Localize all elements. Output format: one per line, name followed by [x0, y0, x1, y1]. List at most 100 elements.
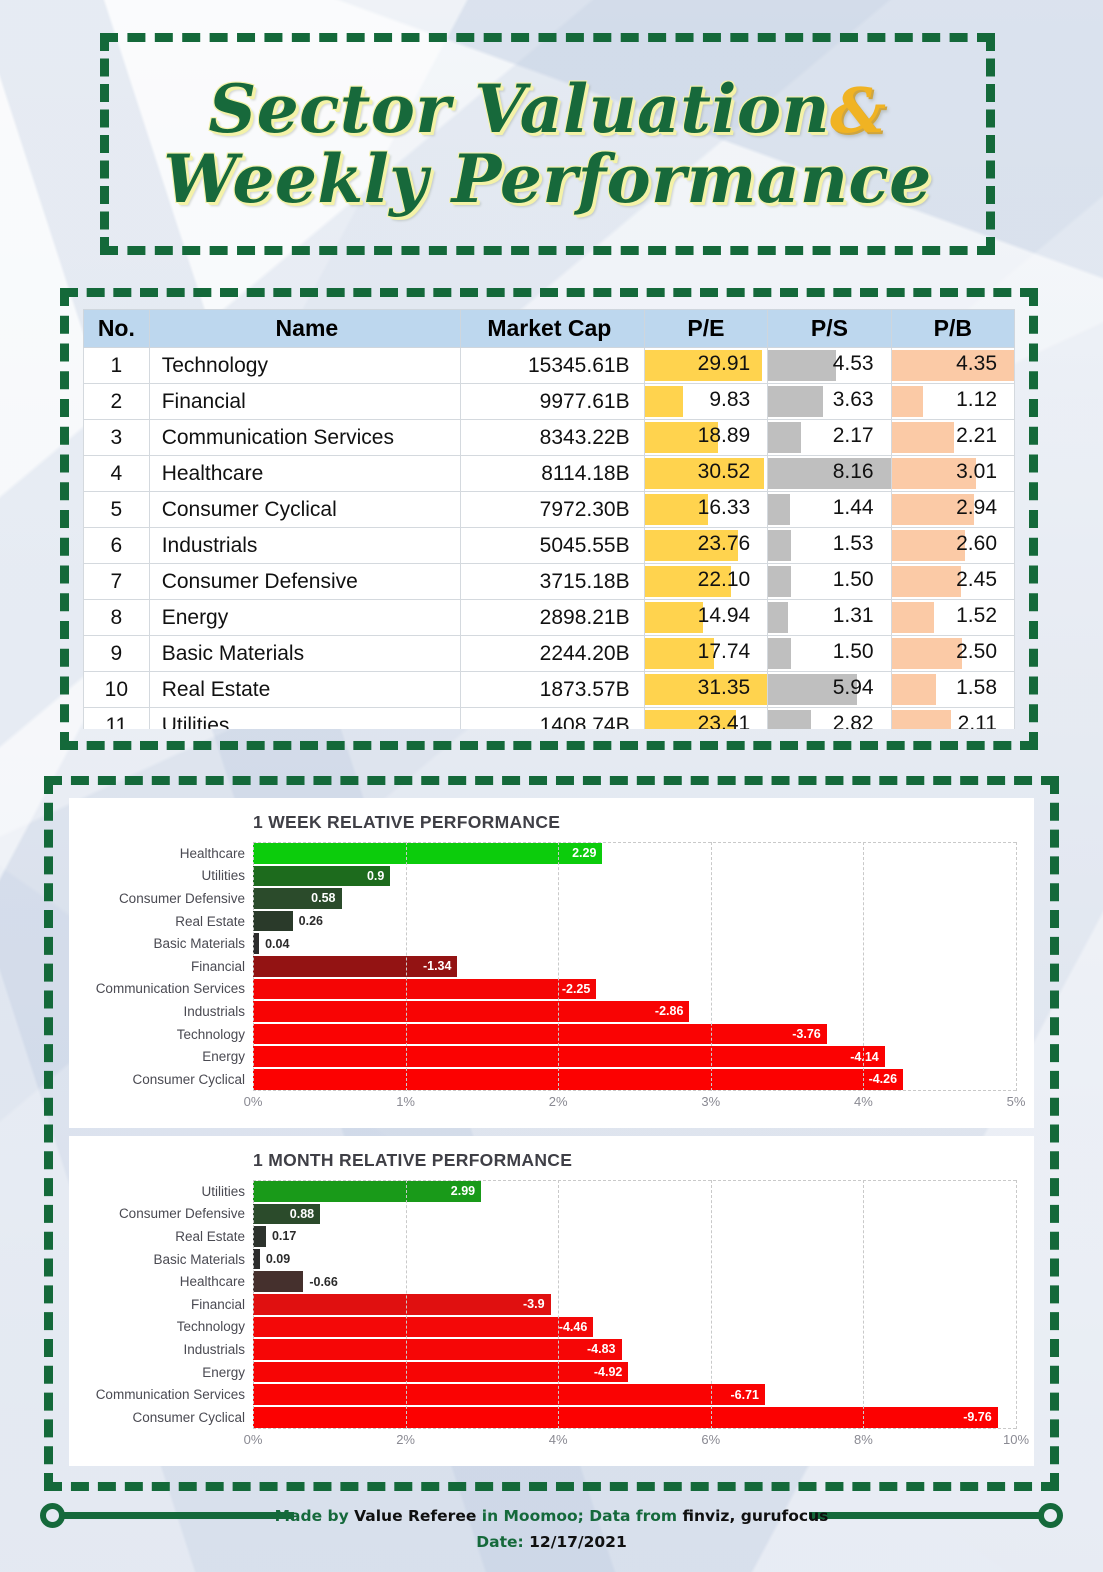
table-row[interactable]: 6 Industrials 5045.55B 23.76 1.53 2.60 [83, 527, 1015, 564]
table-row[interactable]: 7 Consumer Defensive 3715.18B 22.10 1.50 2.45 [83, 563, 1015, 600]
cell-pe-value: 22.10 [697, 568, 751, 591]
bar-fill: -2.86 [253, 1001, 690, 1022]
cell-market-cap: 5045.55B [460, 527, 645, 564]
chart-1-title: 1 WEEK RELATIVE PERFORMANCE [253, 812, 561, 832]
bar-track: -2.86 [253, 1000, 1016, 1023]
cell-ps-bar-cell: 3.63 [768, 384, 890, 419]
axis-tick-label: 3% [701, 1093, 721, 1109]
cell-no: 7 [83, 563, 150, 600]
bar-track: -2.25 [253, 978, 1016, 1001]
bar-category-label: Utilities [201, 868, 245, 884]
column-header-pb[interactable]: P/B [890, 309, 1015, 348]
bar-track: 2.99 [253, 1180, 1016, 1203]
bar-category-label: Energy [202, 1049, 245, 1065]
cell-no: 10 [83, 671, 150, 708]
cell-pe-bar-cell: 31.35 [644, 672, 768, 707]
chart-1-bar-rows: Healthcare 2.29 Utilities 0.9 Consumer Defen… [87, 842, 1016, 1091]
axis-tick-label: 0% [243, 1093, 263, 1109]
table-row[interactable]: 8 Energy 2898.21B 14.94 1.31 1.52 [83, 599, 1015, 636]
bar-row[interactable]: Utilities 2.99 [87, 1180, 1016, 1203]
bar-category-label: Healthcare [179, 1274, 245, 1290]
bar-fill: -4.83 [253, 1339, 622, 1360]
bar-category-label: Consumer Cyclical [132, 1409, 245, 1425]
bar-row[interactable]: Communication Services -2.25 [87, 978, 1016, 1001]
cell-pe-value: 9.83 [709, 388, 751, 411]
cell-no: 1 [83, 347, 150, 384]
bar-row[interactable]: Energy -4.92 [87, 1361, 1016, 1384]
cell-pb: 2.11 [890, 707, 1015, 729]
bar-category-label: Basic Materials [153, 1251, 245, 1267]
table-row[interactable]: 5 Consumer Cyclical 7972.30B 16.33 1.44 2.94 [83, 491, 1015, 528]
table-row[interactable]: 9 Basic Materials 2244.20B 17.74 1.50 2.50 [83, 635, 1015, 672]
bar-fill: 0.26 [253, 910, 323, 932]
cell-pe-value: 18.89 [697, 424, 751, 447]
bar-row[interactable]: Technology -3.76 [87, 1023, 1016, 1046]
table-row[interactable]: 3 Communication Services 8343.22B 18.89 2.17… [83, 419, 1015, 456]
cell-no: 8 [83, 599, 150, 636]
cell-pb-bar-cell: 1.12 [891, 384, 1014, 419]
bar-row[interactable]: Real Estate 0.26 [87, 910, 1016, 933]
bar-category-label: Utilities [201, 1183, 245, 1199]
cell-pb: 2.60 [890, 527, 1015, 564]
bar-value-label: 0.9 [366, 868, 385, 883]
title-banner: Sector Valuation& Weekly Performance [100, 33, 995, 255]
sector-valuation-section: Value Referee No. Name Market Cap P/E P/… [60, 288, 1038, 750]
bar-fill: -6.71 [253, 1384, 765, 1405]
cell-pe: 18.89 [643, 419, 769, 456]
bar-row[interactable]: Consumer Cyclical -9.76 [87, 1406, 1016, 1429]
bar-category-label: Consumer Defensive [118, 1206, 245, 1222]
bar-category-label: Communication Services [95, 981, 245, 997]
cell-ps-bar-cell: 1.31 [768, 600, 890, 635]
bar-row[interactable]: Healthcare -0.66 [87, 1270, 1016, 1293]
footer: Made by Value Referee in Moomoo; Data fr… [0, 1495, 1103, 1567]
bar-row[interactable]: Industrials -2.86 [87, 1000, 1016, 1023]
column-header-no[interactable]: No. [83, 309, 150, 348]
bar-row[interactable]: Energy -4.14 [87, 1045, 1016, 1068]
bar-row[interactable]: Real Estate 0.17 [87, 1225, 1016, 1248]
bar-category-label: Communication Services [95, 1387, 245, 1403]
cell-pb: 2.94 [890, 491, 1015, 528]
cell-pb-bar-cell: 2.45 [891, 564, 1014, 599]
cell-market-cap: 1408.74B [460, 707, 645, 729]
table-row[interactable]: 4 Healthcare 8114.18B 30.52 8.16 3.01 [83, 455, 1015, 492]
bar-value-label: 0.04 [265, 936, 290, 951]
bar-row[interactable]: Financial -1.34 [87, 955, 1016, 978]
bar-track: 0.9 [253, 865, 1016, 888]
bar-row[interactable]: Consumer Defensive 0.88 [87, 1203, 1016, 1226]
cell-pb: 1.52 [890, 599, 1015, 636]
footer-date-line: Date: 12/17/2021 [0, 1529, 1103, 1555]
cell-pe: 17.74 [643, 635, 769, 672]
bar-value-label: 0.88 [289, 1206, 315, 1221]
cell-ps-bar-cell: 1.50 [768, 636, 890, 671]
cell-pb-value: 1.52 [956, 604, 997, 627]
footer-made-by: Made by [274, 1507, 349, 1525]
bar-row[interactable]: Communication Services -6.71 [87, 1383, 1016, 1406]
column-header-ps[interactable]: P/S [767, 309, 892, 348]
table-row[interactable]: 2 Financial 9977.61B 9.83 3.63 1.12 [83, 383, 1015, 420]
column-header-market-cap[interactable]: Market Cap [460, 309, 645, 348]
column-header-name[interactable]: Name [148, 309, 462, 348]
cell-pe-value: 14.94 [697, 604, 751, 627]
bar-row[interactable]: Consumer Defensive 0.58 [87, 887, 1016, 910]
cell-pb-value: 2.94 [956, 496, 997, 519]
bar-row[interactable]: Healthcare 2.29 [87, 842, 1016, 865]
table-row[interactable]: 1 Technology 15345.61B 29.91 4.53 4.35 [83, 347, 1015, 384]
bar-value-label: -4.83 [587, 1342, 616, 1357]
cell-ps-bar-cell: 2.17 [768, 420, 890, 455]
footer-credits: Made by Value Referee in Moomoo; Data fr… [0, 1503, 1103, 1555]
column-header-pe[interactable]: P/E [643, 309, 769, 348]
table-row[interactable]: 10 Real Estate 1873.57B 31.35 5.94 1.58 [83, 671, 1015, 708]
bar-row[interactable]: Basic Materials 0.04 [87, 932, 1016, 955]
bar-track: 2.29 [253, 842, 1016, 865]
bar-track: -4.92 [253, 1361, 1016, 1384]
bar-row[interactable]: Financial -3.9 [87, 1293, 1016, 1316]
bar-row[interactable]: Consumer Cyclical -4.26 [87, 1068, 1016, 1091]
table-row[interactable]: 11 Utilities 1408.74B 23.41 2.82 2.11 [83, 707, 1015, 729]
bar-row[interactable]: Basic Materials 0.09 [87, 1248, 1016, 1271]
cell-market-cap: 7972.30B [460, 491, 645, 528]
bar-row[interactable]: Technology -4.46 [87, 1316, 1016, 1339]
bar-row[interactable]: Industrials -4.83 [87, 1338, 1016, 1361]
cell-pb-bar-cell: 2.21 [891, 420, 1014, 455]
cell-ps-value: 4.53 [832, 352, 874, 375]
bar-row[interactable]: Utilities 0.9 [87, 865, 1016, 888]
